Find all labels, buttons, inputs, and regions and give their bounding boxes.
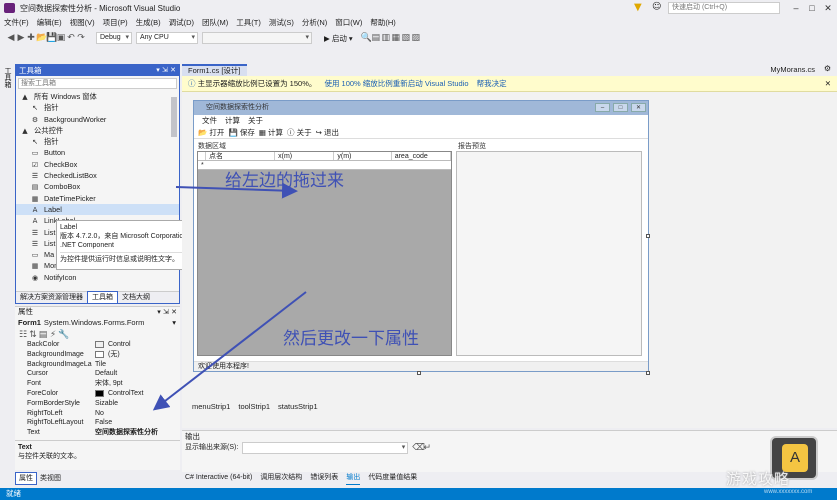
arrow-to-properties (152, 291, 307, 411)
annotation-drag: 给左边的拖过来 (225, 171, 344, 191)
annotation-change-props: 然后更改一下属性 (283, 329, 419, 349)
annotation-arrows (152, 182, 307, 411)
watermark-url: www.xxxxxxx.com (764, 489, 813, 495)
watermark-text: 游戏攻略 (726, 471, 791, 488)
